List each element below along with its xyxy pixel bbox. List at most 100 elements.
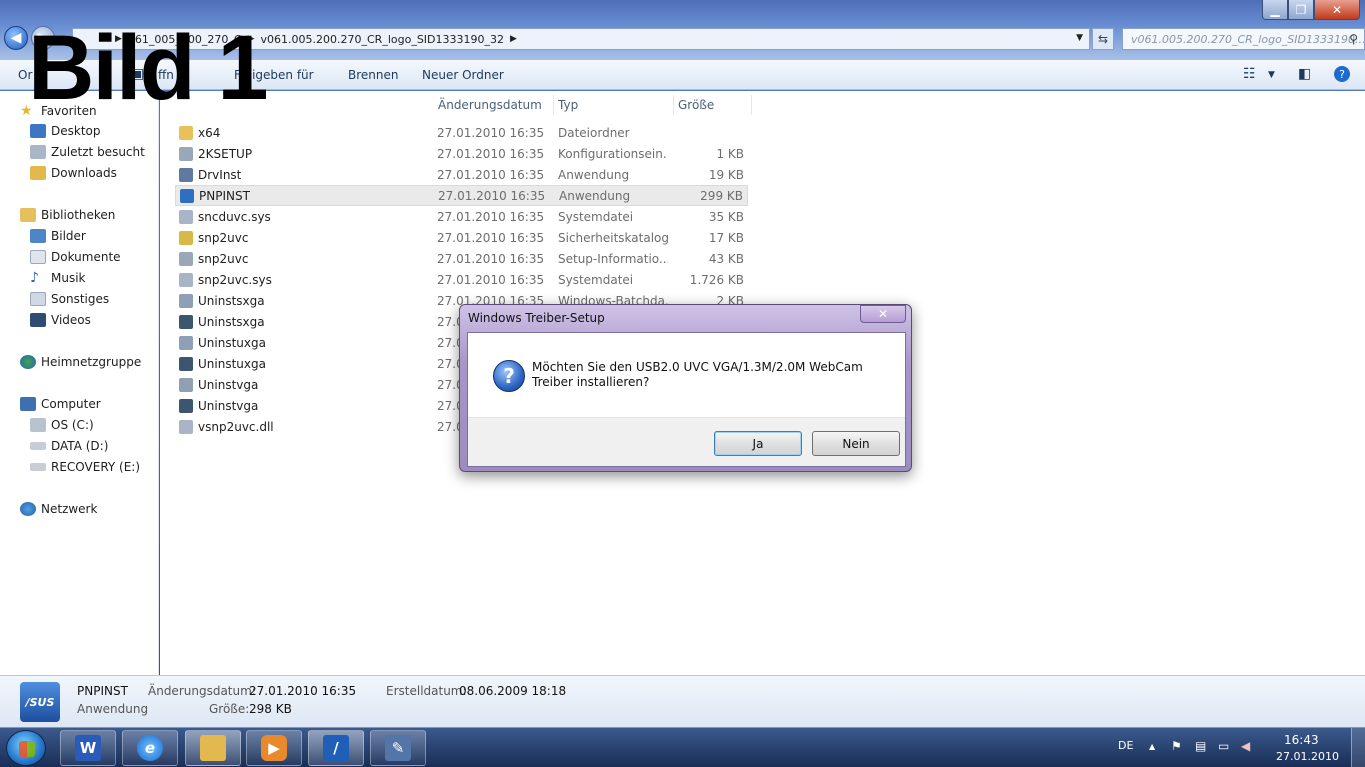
file-date: 27.01.2010 16:35 bbox=[437, 272, 545, 287]
network-tray-icon[interactable]: ▭ bbox=[1218, 739, 1229, 753]
hard-drive-icon bbox=[30, 442, 46, 450]
close-icon: ✕ bbox=[877, 307, 889, 321]
details-file-name: PNPINST bbox=[77, 684, 128, 698]
help-icon[interactable]: ? bbox=[1334, 66, 1350, 82]
file-row[interactable]: sncduvc.sys 27.01.2010 16:35 Systemdatei 35… bbox=[175, 206, 748, 227]
folder-icon bbox=[179, 125, 193, 140]
taskbar-media-player[interactable]: ▶ bbox=[246, 730, 302, 766]
column-header-size[interactable]: Größe bbox=[674, 95, 752, 115]
nav-other[interactable]: Sonstiges bbox=[30, 289, 109, 309]
clock-time[interactable]: 16:43 bbox=[1284, 733, 1319, 747]
file-name: snp2uvc bbox=[198, 251, 249, 266]
nav-videos[interactable]: Videos bbox=[30, 310, 91, 330]
file-size: 1 KB bbox=[716, 146, 744, 161]
language-indicator[interactable]: DE bbox=[1118, 739, 1133, 752]
nav-libraries[interactable]: Bibliotheken bbox=[20, 205, 115, 225]
yes-button[interactable]: Ja bbox=[714, 431, 802, 456]
dialog-button-bar: Ja Nein bbox=[468, 417, 905, 466]
close-window-button[interactable]: ✕ bbox=[1314, 0, 1360, 20]
file-date: 27.01.2010 16:35 bbox=[437, 146, 545, 161]
show-hidden-icons-icon[interactable]: ▲ bbox=[1149, 742, 1155, 751]
no-button[interactable]: Nein bbox=[812, 431, 900, 456]
show-desktop-button[interactable] bbox=[1351, 728, 1365, 767]
back-button[interactable]: ◀ bbox=[4, 26, 28, 50]
taskbar: W e ▶ / ✎ DE ▲ ⚑ ▤ ▭ ◀ 16:43 27.01.2010 bbox=[0, 727, 1365, 767]
question-icon: ? bbox=[493, 360, 525, 392]
file-row[interactable]: PNPINST 27.01.2010 16:35 Anwendung 299 KB bbox=[175, 185, 748, 206]
details-size-label: Größe: bbox=[209, 702, 250, 716]
file-row[interactable]: DrvInst 27.01.2010 16:35 Anwendung 19 KB bbox=[175, 164, 748, 185]
search-input[interactable]: v061.005.200.270_CR_logo_SID1333190... ⚲ bbox=[1122, 28, 1365, 50]
start-button[interactable] bbox=[6, 730, 46, 766]
computer-icon bbox=[20, 397, 36, 411]
nav-music[interactable]: ♪ Musik bbox=[30, 268, 86, 288]
action-center-flag-icon[interactable]: ⚑ bbox=[1171, 739, 1182, 753]
taskbar-word[interactable]: W bbox=[60, 730, 116, 766]
view-dropdown-icon[interactable]: ▼ bbox=[1268, 70, 1275, 80]
taskbar-asus-setup[interactable]: / bbox=[308, 730, 364, 766]
file-row[interactable]: 2KSETUP 27.01.2010 16:35 Konfigurationsein… bbox=[175, 143, 748, 164]
media-player-icon: ▶ bbox=[261, 735, 287, 761]
view-options-icon[interactable]: ☷ bbox=[1243, 66, 1256, 82]
file-row[interactable]: snp2uvc.sys 27.01.2010 16:35 Systemdatei 1.… bbox=[175, 269, 748, 290]
new-folder-button[interactable]: Neuer Ordner bbox=[422, 68, 504, 82]
pictures-icon bbox=[30, 229, 46, 243]
nav-drive-d[interactable]: DATA (D:) bbox=[30, 436, 108, 456]
batch-file-icon bbox=[179, 293, 193, 308]
breadcrumb-segment[interactable]: v061.005.200.270_CR_logo_SID1333190_32 bbox=[261, 33, 505, 46]
folder-icon bbox=[200, 735, 226, 761]
file-name: Uninstuxga bbox=[198, 356, 266, 371]
nav-homegroup[interactable]: Heimnetzgruppe bbox=[20, 352, 141, 372]
nav-network[interactable]: Netzwerk bbox=[20, 499, 97, 519]
file-name: sncduvc.sys bbox=[198, 209, 271, 224]
file-name: Uninstuxga bbox=[198, 335, 266, 350]
taskbar-explorer[interactable] bbox=[185, 730, 241, 766]
nav-downloads[interactable]: Downloads bbox=[30, 163, 117, 183]
file-size: 43 KB bbox=[708, 251, 744, 266]
details-size-value: 298 KB bbox=[249, 702, 292, 716]
asus-app-icon bbox=[180, 188, 194, 203]
refresh-button[interactable]: ⇆ bbox=[1092, 28, 1114, 50]
dialog-body: ? Möchten Sie den USB2.0 UVC VGA/1.3M/2.… bbox=[467, 332, 906, 467]
nav-documents[interactable]: Dokumente bbox=[30, 247, 121, 267]
nav-drive-e[interactable]: RECOVERY (E:) bbox=[30, 457, 140, 477]
nav-drive-c[interactable]: OS (C:) bbox=[30, 415, 94, 435]
address-dropdown-icon[interactable]: ▼ bbox=[1076, 33, 1083, 43]
minimize-button[interactable]: ▁ bbox=[1262, 0, 1288, 20]
nav-desktop[interactable]: Desktop bbox=[30, 121, 101, 141]
navigation-pane: ★ Favoriten Desktop Zuletzt besucht Down… bbox=[0, 91, 159, 675]
search-icon[interactable]: ⚲ bbox=[1349, 32, 1358, 46]
file-name: 2KSETUP bbox=[198, 146, 253, 161]
system-file-icon bbox=[179, 272, 193, 287]
taskbar-paint-tool[interactable]: ✎ bbox=[370, 730, 426, 766]
preview-pane-icon[interactable]: ◧ bbox=[1298, 66, 1311, 82]
burn-button[interactable]: Brennen bbox=[348, 68, 398, 82]
asus-app-icon: /SUS bbox=[20, 682, 60, 722]
nav-pictures[interactable]: Bilder bbox=[30, 226, 86, 246]
file-type: Anwendung bbox=[558, 167, 630, 182]
homegroup-icon bbox=[20, 355, 36, 369]
clock-date[interactable]: 27.01.2010 bbox=[1276, 750, 1339, 763]
dll-file-icon bbox=[179, 419, 193, 434]
paint-tool-icon: ✎ bbox=[385, 735, 411, 761]
file-size: 17 KB bbox=[708, 230, 744, 245]
details-created-label: Erstelldatum: bbox=[386, 684, 467, 698]
nav-computer[interactable]: Computer bbox=[20, 394, 101, 414]
device-icon[interactable]: ▤ bbox=[1195, 739, 1206, 753]
details-pane: /SUS PNPINST Anwendung Änderungsdatum: 2… bbox=[0, 675, 1365, 727]
file-name: snp2uvc.sys bbox=[198, 272, 272, 287]
setup-info-icon bbox=[179, 251, 193, 266]
videos-icon bbox=[30, 313, 46, 327]
column-header-type[interactable]: Typ bbox=[554, 95, 674, 115]
taskbar-internet-explorer[interactable]: e bbox=[122, 730, 178, 766]
maximize-button[interactable]: ❐ bbox=[1288, 0, 1314, 20]
music-note-icon: ♪ bbox=[30, 270, 39, 286]
file-row[interactable]: snp2uvc 27.01.2010 16:35 Setup-Informatio.… bbox=[175, 248, 748, 269]
nav-recent[interactable]: Zuletzt besucht bbox=[30, 142, 145, 162]
libraries-icon bbox=[20, 208, 36, 222]
column-header-date[interactable]: Änderungsdatum bbox=[434, 95, 554, 115]
volume-muted-icon[interactable]: ◀ bbox=[1241, 739, 1250, 753]
dialog-close-button[interactable]: ✕ bbox=[860, 305, 906, 323]
file-row[interactable]: snp2uvc 27.01.2010 16:35 Sicherheitskatalo… bbox=[175, 227, 748, 248]
file-row[interactable]: x64 27.01.2010 16:35 Dateiordner bbox=[175, 122, 748, 143]
